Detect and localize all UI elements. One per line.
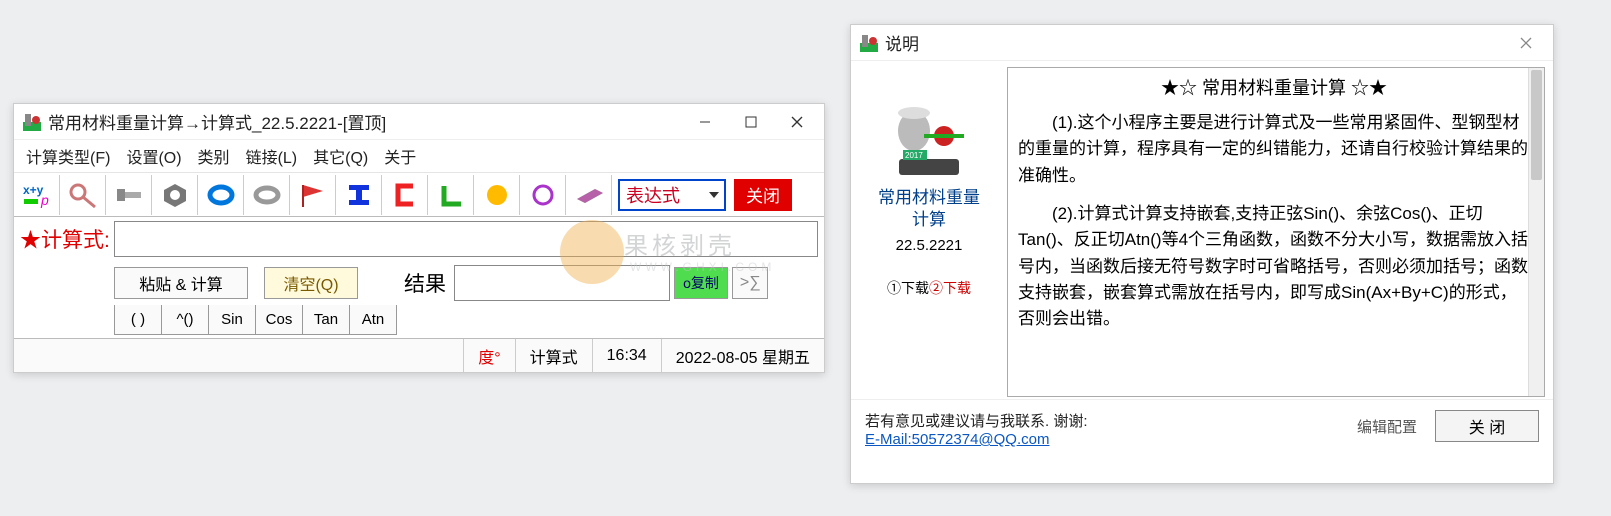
app-icon <box>859 33 879 53</box>
help-close-button[interactable]: 关 闭 <box>1435 410 1539 442</box>
i-beam-icon[interactable] <box>336 175 382 215</box>
c-channel-icon[interactable] <box>382 175 428 215</box>
help-paragraph-1: (1).这个小程序主要是进行计算式及一些常用紧固件、型钢型材的重量的计算，程序具… <box>1018 110 1530 189</box>
status-degree: 度° <box>463 339 514 372</box>
help-paragraph-2: (2).计算式计算支持嵌套,支持正弦Sin()、余弦Cos()、正切Tan()、… <box>1018 201 1530 333</box>
status-date: 2022-08-05 星期五 <box>661 339 824 372</box>
toolbar: x+yp 表达式 关闭 <box>14 173 824 217</box>
statusbar: 度° 计算式 16:34 2022-08-05 星期五 <box>14 338 824 372</box>
svg-text:p: p <box>40 192 49 208</box>
chevron-down-icon <box>708 189 720 201</box>
help-version: 22.5.2221 <box>896 237 963 254</box>
clear-button[interactable]: 清空(Q) <box>264 267 358 299</box>
formula-label: ★计算式: <box>20 224 110 254</box>
help-window: 说明 2017 常用材料重量 计算 22.5.2221 ①下载②下载 ★☆ 常用… <box>850 24 1554 484</box>
result-label: 结果 <box>404 268 446 298</box>
menubar: 计算类型(F) 设置(O) 类别 链接(L) 其它(Q) 关于 <box>14 140 824 173</box>
parens-button[interactable]: ( ) <box>114 305 162 335</box>
help-title: 说明 <box>885 30 1503 55</box>
sin-button[interactable]: Sin <box>208 305 256 335</box>
help-close-window-button[interactable] <box>1503 28 1549 58</box>
ring-grey-icon[interactable] <box>244 175 290 215</box>
menu-calctype[interactable]: 计算类型(F) <box>26 144 110 168</box>
flag-icon[interactable] <box>290 175 336 215</box>
circle-outline-icon[interactable] <box>520 175 566 215</box>
maximize-button[interactable] <box>728 107 774 137</box>
expression-type-select[interactable]: 表达式 <box>618 179 726 211</box>
main-titlebar: 常用材料重量计算→计算式_22.5.2221-[置顶] <box>14 104 824 140</box>
menu-other[interactable]: 其它(Q) <box>313 144 368 168</box>
app-icon <box>22 112 42 132</box>
main-title: 常用材料重量计算→计算式_22.5.2221-[置顶] <box>48 109 682 134</box>
status-mode: 计算式 <box>515 339 592 372</box>
nut-icon[interactable] <box>152 175 198 215</box>
download-links: ①下载②下载 <box>887 278 971 298</box>
bolt-icon[interactable] <box>106 175 152 215</box>
status-empty <box>14 339 463 372</box>
menu-about[interactable]: 关于 <box>384 144 416 168</box>
minimize-button[interactable] <box>682 107 728 137</box>
help-heading: ★☆ 常用材料重量计算 ☆★ <box>1018 74 1530 100</box>
power-button[interactable]: ^() <box>161 305 209 335</box>
menu-settings[interactable]: 设置(O) <box>126 144 181 168</box>
contact-text: 若有意见或建议请与我联系. 谢谢: <box>865 410 1088 431</box>
main-window: 常用材料重量计算→计算式_22.5.2221-[置顶] 计算类型(F) 设置(O… <box>13 103 825 373</box>
angle-icon[interactable] <box>428 175 474 215</box>
cos-button[interactable]: Cos <box>255 305 303 335</box>
email-link[interactable]: E-Mail:50572374@QQ.com <box>865 431 1049 448</box>
close-button[interactable]: 关闭 <box>734 179 792 211</box>
function-buttons: ( ) ^() Sin Cos Tan Atn <box>14 305 824 335</box>
help-text-area: ★☆ 常用材料重量计算 ☆★ (1).这个小程序主要是进行计算式及一些常用紧固件… <box>1007 67 1545 397</box>
circle-filled-icon[interactable] <box>474 175 520 215</box>
ring-blue-icon[interactable] <box>198 175 244 215</box>
formula-icon[interactable]: x+yp <box>14 175 60 215</box>
expression-type-value: 表达式 <box>626 182 680 208</box>
formula-input[interactable] <box>114 221 818 257</box>
status-time: 16:34 <box>592 339 661 372</box>
scrollbar[interactable] <box>1528 68 1544 396</box>
screw-eye-icon[interactable] <box>60 175 106 215</box>
close-window-button[interactable] <box>774 107 820 137</box>
result-output[interactable] <box>454 265 670 301</box>
app-large-icon: 2017 <box>889 101 969 181</box>
sheet-icon[interactable] <box>566 175 612 215</box>
menu-links[interactable]: 链接(L) <box>246 144 298 168</box>
sum-button[interactable]: >∑ <box>732 267 768 299</box>
formula-row: ★计算式: <box>14 217 824 265</box>
tan-button[interactable]: Tan <box>302 305 350 335</box>
download-link-2[interactable]: ②下载 <box>929 280 971 296</box>
help-progname: 常用材料重量 计算 <box>878 187 980 231</box>
help-footer: 若有意见或建议请与我联系. 谢谢: E-Mail:50572374@QQ.com… <box>851 399 1553 454</box>
help-titlebar: 说明 <box>851 25 1553 61</box>
menu-category[interactable]: 类别 <box>198 144 230 168</box>
download-link-1[interactable]: ①下载 <box>887 280 929 296</box>
svg-text:2017: 2017 <box>905 151 923 160</box>
scrollbar-thumb[interactable] <box>1531 70 1542 180</box>
paste-calc-button[interactable]: 粘贴 & 计算 <box>114 267 248 299</box>
help-sidebar: 2017 常用材料重量 计算 22.5.2221 ①下载②下载 <box>859 67 999 397</box>
edit-config-link[interactable]: 编辑配置 <box>1357 416 1417 437</box>
copy-button[interactable]: o复制 <box>674 267 728 299</box>
atn-button[interactable]: Atn <box>349 305 397 335</box>
